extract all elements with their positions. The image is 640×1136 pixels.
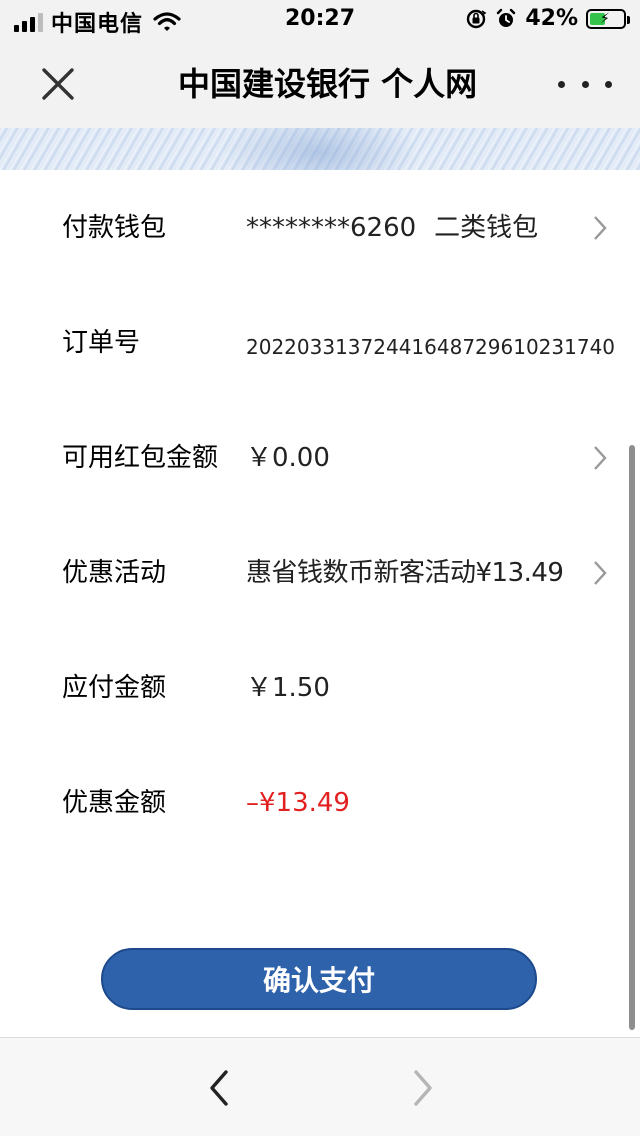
alarm-icon — [497, 8, 516, 27]
discount-amount-value: –¥13.49 — [246, 788, 350, 818]
forward-arrow-icon[interactable] — [402, 1068, 442, 1108]
bottom-toolbar — [0, 1037, 640, 1136]
confirm-payment-button[interactable]: 确认支付 — [101, 948, 537, 1010]
row-label: 优惠金额 — [62, 788, 167, 818]
chevron-right-icon[interactable] — [590, 442, 610, 474]
back-arrow-icon[interactable] — [200, 1068, 240, 1108]
row-label: 可用红包金额 — [62, 443, 219, 473]
row-label: 优惠活动 — [62, 558, 167, 588]
wallet-type: 二类钱包 — [434, 213, 539, 243]
row-label: 订单号 — [62, 328, 141, 358]
row-wallet[interactable]: 付款钱包 ********6260 二类钱包 — [0, 198, 640, 258]
header-banner — [0, 128, 640, 170]
nav-bar: 中国建设银行 个人网 — [0, 40, 640, 128]
page-title: 中国建设银行 个人网 — [178, 65, 478, 103]
battery-charging-icon: ⚡ — [586, 8, 630, 29]
chevron-right-icon[interactable] — [590, 557, 610, 589]
row-promotion[interactable]: 优惠活动 惠省钱数币新客活动¥13.49 — [0, 543, 640, 603]
status-bar: 中国电信 20:27 42% ⚡ — [0, 0, 640, 40]
promotion-value: 惠省钱数币新客活动¥13.49 — [246, 558, 564, 588]
row-label: 付款钱包 — [62, 213, 167, 243]
row-label: 应付金额 — [62, 673, 167, 703]
order-number-value: 20220331372441648729610231740 — [246, 335, 616, 359]
more-icon[interactable] — [558, 70, 612, 98]
row-amount-due: 应付金额 ￥1.50 — [0, 658, 640, 718]
amount-due-value: ￥1.50 — [246, 673, 330, 703]
orientation-lock-icon — [467, 9, 487, 28]
battery-percent: 42% — [525, 6, 578, 31]
row-order-number: 订单号 20220331372441648729610231740 — [0, 313, 640, 373]
red-packet-value: ￥0.00 — [246, 443, 330, 473]
close-icon[interactable] — [36, 62, 80, 106]
status-right: 42% ⚡ — [465, 6, 630, 31]
row-red-packet[interactable]: 可用红包金额 ￥0.00 — [0, 428, 640, 488]
row-discount-amount: 优惠金额 –¥13.49 — [0, 773, 640, 833]
chevron-right-icon[interactable] — [590, 212, 610, 244]
scrollbar[interactable] — [629, 445, 635, 1030]
wallet-value: ********6260 二类钱包 — [246, 213, 539, 243]
